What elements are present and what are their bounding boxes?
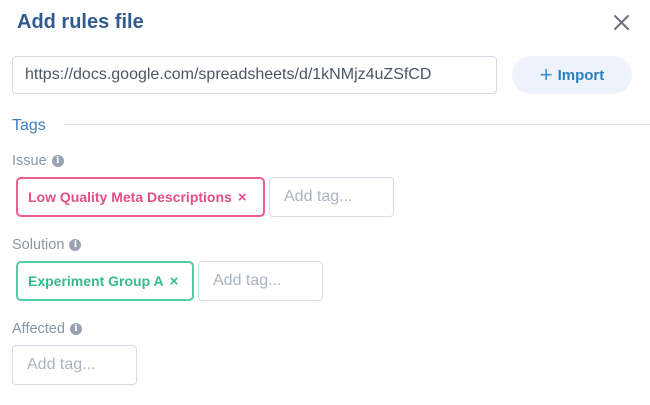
issue-label: Issue i <box>12 152 64 170</box>
plus-icon: + <box>539 62 553 87</box>
info-icon[interactable]: i <box>51 155 64 167</box>
info-icon[interactable]: i <box>69 323 82 335</box>
remove-tag-icon[interactable]: × <box>170 274 179 289</box>
solution-label: Solution i <box>12 236 82 254</box>
info-icon[interactable]: i <box>69 239 82 251</box>
tags-section-label: Tags <box>12 117 46 134</box>
issue-tag-label: Low Quality Meta Descriptions <box>28 189 232 205</box>
affected-label-text: Affected <box>12 321 65 337</box>
dialog-title: Add rules file <box>17 11 144 33</box>
solution-add-tag-input[interactable] <box>198 261 323 301</box>
issue-tag-chip: Low Quality Meta Descriptions × <box>16 177 265 217</box>
solution-tag-chip: Experiment Group A × <box>16 261 194 301</box>
section-divider <box>64 124 650 125</box>
close-icon <box>614 15 629 30</box>
solution-label-text: Solution <box>12 237 65 253</box>
sheet-url-input[interactable] <box>12 56 497 94</box>
import-button[interactable]: + Import <box>512 56 632 94</box>
solution-tag-label: Experiment Group A <box>28 273 164 289</box>
issue-add-tag-input[interactable] <box>269 177 394 217</box>
issue-label-text: Issue <box>12 153 47 169</box>
affected-add-tag-input[interactable] <box>12 345 137 385</box>
import-button-label: Import <box>557 66 605 84</box>
affected-label: Affected i <box>12 320 82 338</box>
remove-tag-icon[interactable]: × <box>238 190 247 205</box>
close-button[interactable] <box>609 9 635 35</box>
